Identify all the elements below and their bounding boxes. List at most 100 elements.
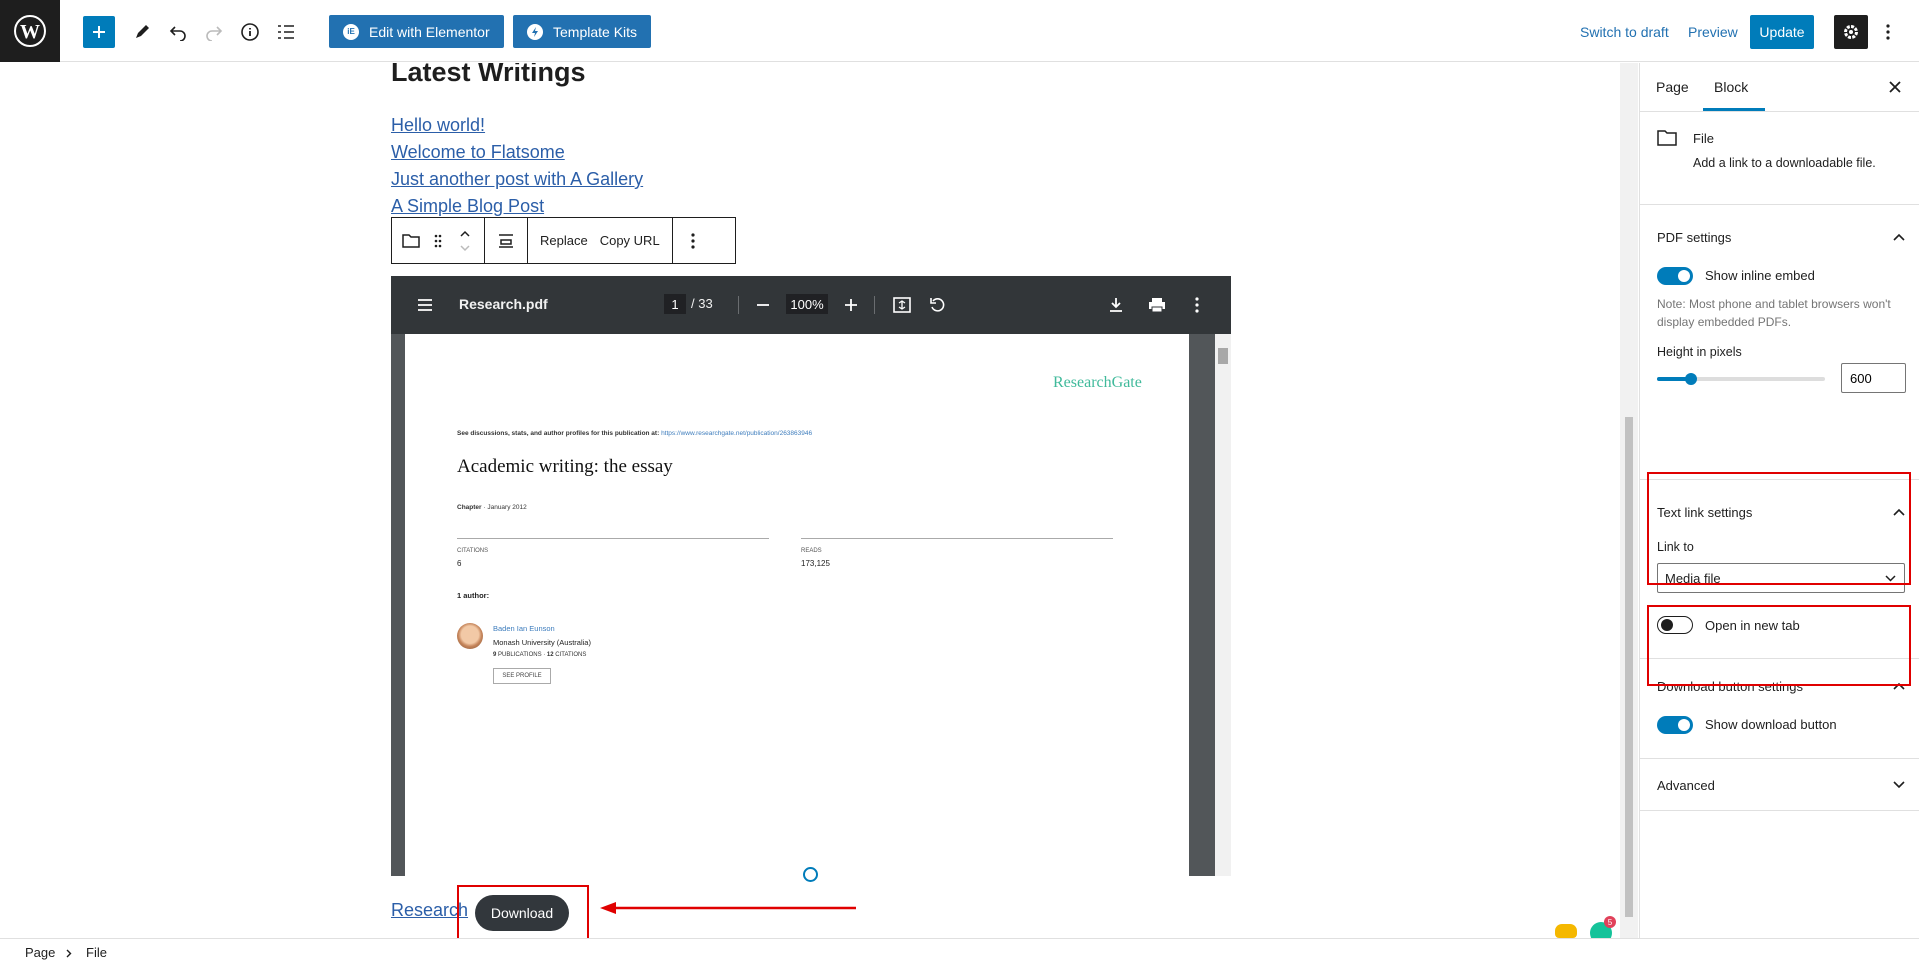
chevron-right-icon (66, 949, 72, 958)
pdf-viewer-toolbar: Research.pdf 1 / 33 100% (391, 276, 1231, 334)
annotation-highlight (1647, 472, 1911, 585)
pdf-zoom-out-button[interactable] (751, 293, 775, 317)
tab-page[interactable]: Page (1656, 79, 1689, 95)
show-download-button-label: Show download button (1705, 717, 1837, 732)
block-toolbar-group-more (673, 218, 713, 263)
author-publications-label: PUBLICATIONS · (496, 652, 547, 658)
block-toolbar-group-file: Replace Copy URL (528, 218, 673, 263)
post-link[interactable]: A Simple Blog Post (391, 196, 544, 217)
drag-handle[interactable] (426, 218, 450, 263)
update-button[interactable]: Update (1750, 15, 1814, 49)
template-kits-button[interactable]: Template Kits (513, 15, 652, 48)
advanced-heading[interactable]: Advanced (1657, 778, 1715, 793)
chevron-up-down-icon (460, 230, 470, 251)
pdf-rotate-button[interactable] (926, 293, 950, 317)
pdf-menu-button[interactable] (413, 293, 437, 317)
chapter-label: Chapter (457, 504, 482, 511)
file-block-type-button[interactable] (396, 218, 426, 263)
plus-icon (845, 299, 857, 311)
show-inline-embed-toggle[interactable] (1657, 267, 1693, 285)
block-title: File (1693, 131, 1714, 146)
author-citations-count: 12 (546, 652, 554, 658)
breadcrumb-page[interactable]: Page (25, 945, 55, 960)
add-block-button[interactable] (83, 16, 115, 48)
height-slider-handle[interactable] (1684, 373, 1697, 385)
divider (457, 538, 769, 539)
printer-icon (1149, 298, 1165, 313)
grammarly-badge: 5 (1604, 916, 1616, 928)
settings-button[interactable] (1834, 15, 1868, 49)
sidebar-tabs: Page Block (1640, 63, 1919, 112)
options-menu-button[interactable] (1876, 16, 1900, 48)
pdf-scrollbar[interactable] (1215, 334, 1231, 876)
elementor-icon: iE (343, 23, 359, 40)
plus-icon (93, 26, 105, 38)
height-slider[interactable] (1657, 373, 1825, 385)
post-link[interactable]: Welcome to Flatsome (391, 142, 565, 163)
author-name[interactable]: Baden Ian Eunson (493, 624, 555, 633)
latest-writings-heading[interactable]: Latest Writings (391, 63, 586, 88)
preview-button[interactable]: Preview (1688, 24, 1738, 40)
drag-icon (434, 234, 442, 247)
block-toolbar-group-block (392, 218, 485, 263)
height-input[interactable] (1841, 363, 1906, 393)
switch-to-draft-button[interactable]: Switch to draft (1580, 24, 1669, 40)
chevron-down-icon[interactable] (1892, 778, 1906, 792)
edit-with-elementor-button[interactable]: iE Edit with Elementor (329, 15, 504, 48)
toolbar-separator (738, 296, 739, 314)
block-options-button[interactable] (683, 218, 703, 263)
show-inline-embed-label: Show inline embed (1705, 268, 1815, 283)
reads-value: 173,125 (801, 559, 830, 568)
publication-url[interactable]: https://www.researchgate.net/publication… (661, 430, 812, 437)
gear-icon (1844, 25, 1858, 39)
move-up-down-buttons[interactable] (450, 218, 480, 263)
pdf-page-input[interactable]: 1 (664, 294, 686, 314)
align-button[interactable] (491, 218, 521, 263)
canvas-scrollbar-thumb[interactable] (1625, 417, 1633, 917)
tab-block[interactable]: Block (1714, 79, 1748, 95)
redo-button[interactable] (198, 16, 230, 48)
author-stats: 9 PUBLICATIONS · 12 CITATIONS (493, 652, 586, 658)
show-download-button-toggle[interactable] (1657, 716, 1693, 734)
pdf-settings-heading[interactable]: PDF settings (1657, 230, 1731, 245)
copy-url-button[interactable]: Copy URL (594, 233, 666, 248)
replace-button[interactable]: Replace (534, 233, 594, 248)
pdf-fit-page-button[interactable] (890, 293, 914, 317)
pdf-more-button[interactable] (1185, 293, 1209, 317)
details-button[interactable] (234, 16, 266, 48)
canvas-scrollbar[interactable] (1620, 63, 1638, 938)
undo-button[interactable] (162, 16, 194, 48)
chevron-up-icon[interactable] (1892, 230, 1906, 244)
wordpress-logo-button[interactable]: W (0, 0, 60, 62)
see-profile-button[interactable]: SEE PROFILE (493, 668, 551, 684)
tools-button[interactable] (126, 16, 158, 48)
resize-handle[interactable] (803, 867, 818, 882)
hand-emoji-icon (1555, 924, 1577, 938)
toggle-knob (1678, 719, 1690, 731)
pdf-scrollbar-thumb[interactable] (1218, 348, 1228, 364)
post-link[interactable]: Just another post with A Gallery (391, 169, 643, 190)
close-sidebar-button[interactable] (1885, 77, 1905, 97)
list-view-button[interactable] (270, 16, 302, 48)
download-icon (1110, 298, 1122, 312)
pdf-print-button[interactable] (1145, 293, 1169, 317)
discussion-text: See discussions, stats, and author profi… (457, 430, 662, 437)
hamburger-icon (418, 299, 432, 311)
discussion-line: See discussions, stats, and author profi… (457, 430, 812, 437)
pdf-zoom-input[interactable]: 100% (786, 294, 828, 314)
folder-icon (1657, 130, 1677, 146)
breadcrumb-file[interactable]: File (86, 945, 107, 960)
chapter-date: · January 2012 (481, 504, 527, 511)
post-link[interactable]: Hello world! (391, 115, 485, 136)
svg-text:W: W (20, 21, 40, 43)
block-toolbar: Replace Copy URL (391, 217, 736, 264)
editor-top-toolbar: W iE Edit with Elementor Template Kits S… (0, 0, 1919, 62)
lightning-icon (527, 23, 543, 40)
list-view-icon (278, 25, 294, 39)
author-avatar (457, 623, 483, 649)
authors-label: 1 author: (457, 591, 490, 600)
info-icon (241, 23, 259, 41)
pdf-zoom-in-button[interactable] (839, 293, 863, 317)
pdf-embed[interactable]: Research.pdf 1 / 33 100% ResearchGate Se… (391, 276, 1231, 876)
pdf-download-button[interactable] (1104, 293, 1128, 317)
